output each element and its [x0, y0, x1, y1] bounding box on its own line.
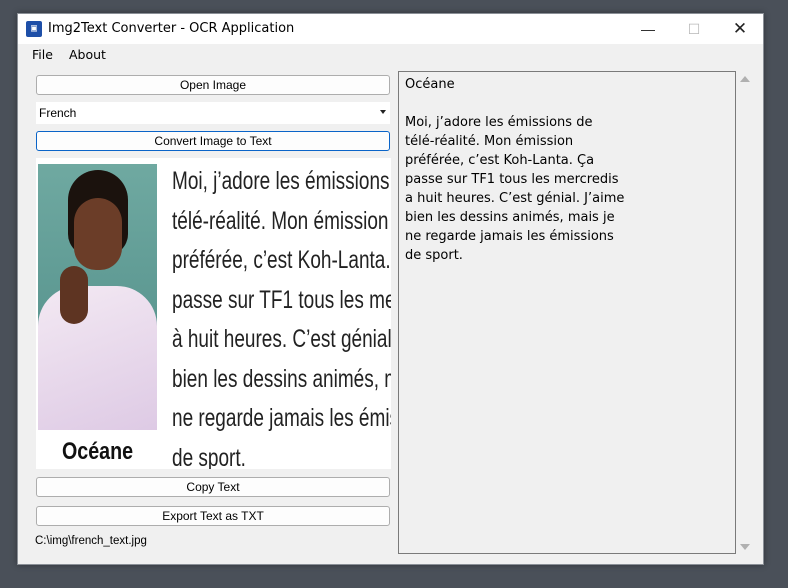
ocr-output-textarea[interactable]: Océane Moi, j’adore les émissions de tél…: [398, 71, 736, 554]
app-window: ▣ Img2Text Converter - OCR Application —…: [17, 13, 764, 565]
output-line: préférée, c’est Koh-Lanta. Ça: [405, 153, 595, 168]
export-txt-button[interactable]: Export Text as TXT: [36, 506, 390, 526]
image-preview: Océane Moi, j’adore les émissions de tél…: [36, 158, 391, 469]
language-select[interactable]: French: [36, 102, 390, 124]
language-select-value: French: [39, 106, 77, 120]
image-text-line: ne regarde jamais les émissions: [172, 404, 391, 432]
output-line: Moi, j’adore les émissions de: [405, 115, 593, 130]
output-line: a huit heures. C’est génial. J’aime: [405, 191, 625, 206]
copy-text-button[interactable]: Copy Text: [36, 477, 390, 497]
image-text-line: à huit heures. C’est génial. J’aime: [172, 325, 391, 353]
title-bar: ▣ Img2Text Converter - OCR Application —…: [18, 14, 763, 44]
output-line: télé-réalité. Mon émission: [405, 134, 574, 149]
output-line: Océane: [405, 77, 455, 92]
portrait-photo: [38, 164, 157, 430]
image-text-line: passe sur TF1 tous les mercredis: [172, 285, 391, 314]
output-line: passe sur TF1 tous les mercredis: [405, 172, 619, 187]
file-path-label: C:\img\french_text.jpg: [35, 535, 147, 547]
menu-file[interactable]: File: [32, 47, 53, 62]
app-icon: ▣: [26, 21, 42, 37]
open-image-button[interactable]: Open Image: [36, 75, 390, 95]
menu-bar: File About: [18, 44, 763, 66]
scroll-up-icon[interactable]: [740, 76, 750, 82]
scroll-down-icon[interactable]: [740, 544, 750, 550]
output-line: de sport.: [405, 248, 463, 263]
minimize-button[interactable]: —: [625, 14, 671, 44]
maximize-button[interactable]: ☐: [671, 14, 717, 44]
image-text-line: télé-réalité. Mon émission: [172, 206, 389, 235]
photo-caption: Océane: [61, 438, 134, 465]
convert-button[interactable]: Convert Image to Text: [36, 131, 390, 151]
image-text-line: Moi, j’adore les émissions de: [172, 167, 391, 195]
window-title: Img2Text Converter - OCR Application: [48, 21, 295, 36]
output-line: ne regarde jamais les émissions: [405, 229, 614, 244]
close-button[interactable]: ✕: [717, 14, 763, 44]
image-text-block: Moi, j’adore les émissions de télé-réali…: [172, 162, 391, 469]
image-text-line: bien les dessins animés, mais je: [172, 364, 391, 393]
chevron-down-icon: [380, 110, 386, 114]
image-text-line: préférée, c’est Koh-Lanta. Ça: [172, 246, 391, 274]
image-text-line: de sport.: [172, 443, 246, 470]
menu-about[interactable]: About: [69, 47, 106, 62]
ocr-output-text: Océane Moi, j’adore les émissions de tél…: [405, 75, 725, 265]
output-line: bien les dessins animés, mais je: [405, 210, 615, 225]
